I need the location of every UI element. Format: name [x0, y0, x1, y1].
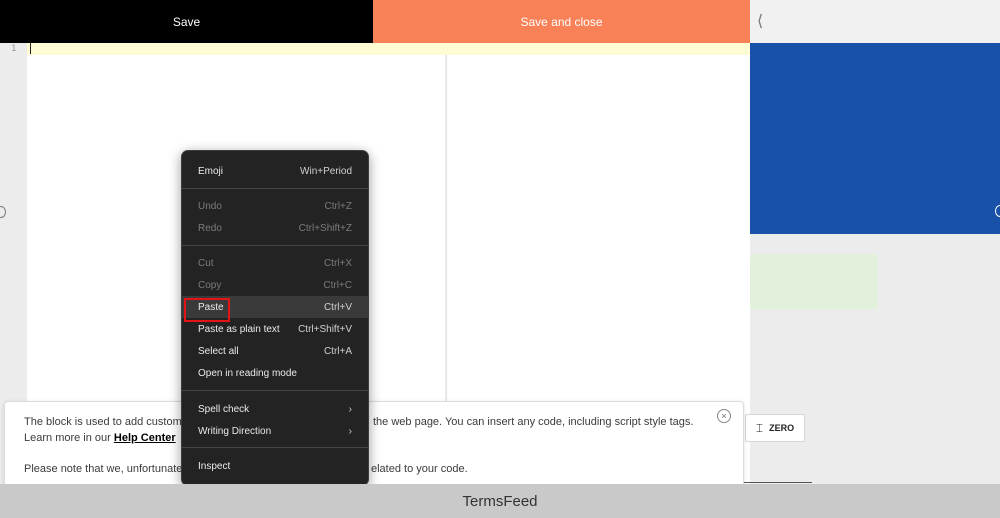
menu-separator	[182, 447, 368, 448]
zero-button[interactable]: ⌶ ZERO	[745, 414, 805, 442]
notice-line-2: Learn more in our Help Center	[24, 432, 176, 444]
save-and-close-button[interactable]: Save and close	[373, 0, 750, 43]
menu-separator	[182, 390, 368, 391]
zero-label: ZERO	[769, 423, 795, 433]
notice-line-3-right: elated to your code.	[371, 463, 468, 475]
circle-handle-icon[interactable]	[995, 205, 1000, 217]
notice-line-1-left: The block is used to add custom	[24, 416, 182, 428]
notice-line-3-left: Please note that we, unfortunate	[24, 463, 183, 475]
menu-item-redo[interactable]: Redo Ctrl+Shift+Z	[182, 217, 368, 239]
notice-line-1-right: the web page. You can insert any code, i…	[373, 416, 694, 428]
menu-separator	[182, 188, 368, 189]
menu-item-reading-mode[interactable]: Open in reading mode	[182, 362, 368, 384]
line-number: 1	[11, 44, 17, 54]
menu-item-cut[interactable]: Cut Ctrl+X	[182, 252, 368, 274]
notice-learn-more: Learn more in our	[24, 432, 111, 444]
footer-watermark: TermsFeed	[0, 484, 1000, 518]
menu-item-spell-check[interactable]: Spell check ›	[182, 398, 368, 420]
menu-item-paste-plain[interactable]: Paste as plain text Ctrl+Shift+V	[182, 318, 368, 340]
menu-item-inspect[interactable]: Inspect	[182, 455, 368, 477]
close-icon[interactable]: ×	[717, 409, 731, 423]
preview-blue-block	[750, 43, 1000, 234]
topbar-right-area	[750, 0, 1000, 43]
menu-item-writing-direction[interactable]: Writing Direction ›	[182, 420, 368, 442]
menu-item-undo[interactable]: Undo Ctrl+Z	[182, 195, 368, 217]
chevron-right-icon: ›	[348, 425, 352, 437]
info-notice: The block is used to add custom the web …	[4, 401, 744, 495]
menu-item-emoji[interactable]: Emoji Win+Period	[182, 160, 368, 182]
menu-item-copy[interactable]: Copy Ctrl+C	[182, 274, 368, 296]
zero-icon: ⌶	[755, 420, 764, 435]
chevron-right-icon: ›	[348, 403, 352, 415]
active-line-highlight	[27, 43, 750, 55]
menu-item-paste[interactable]: Paste Ctrl+V	[182, 296, 368, 322]
menu-item-select-all[interactable]: Select all Ctrl+A	[182, 340, 368, 362]
text-cursor	[30, 43, 31, 54]
chevron-left-icon[interactable]: ⟨	[757, 11, 763, 31]
preview-green-block	[750, 254, 878, 309]
menu-separator	[182, 245, 368, 246]
save-button[interactable]: Save	[0, 0, 373, 43]
context-menu: Emoji Win+Period Undo Ctrl+Z Redo Ctrl+Shif…	[181, 150, 369, 486]
help-center-link[interactable]: Help Center	[114, 432, 176, 444]
